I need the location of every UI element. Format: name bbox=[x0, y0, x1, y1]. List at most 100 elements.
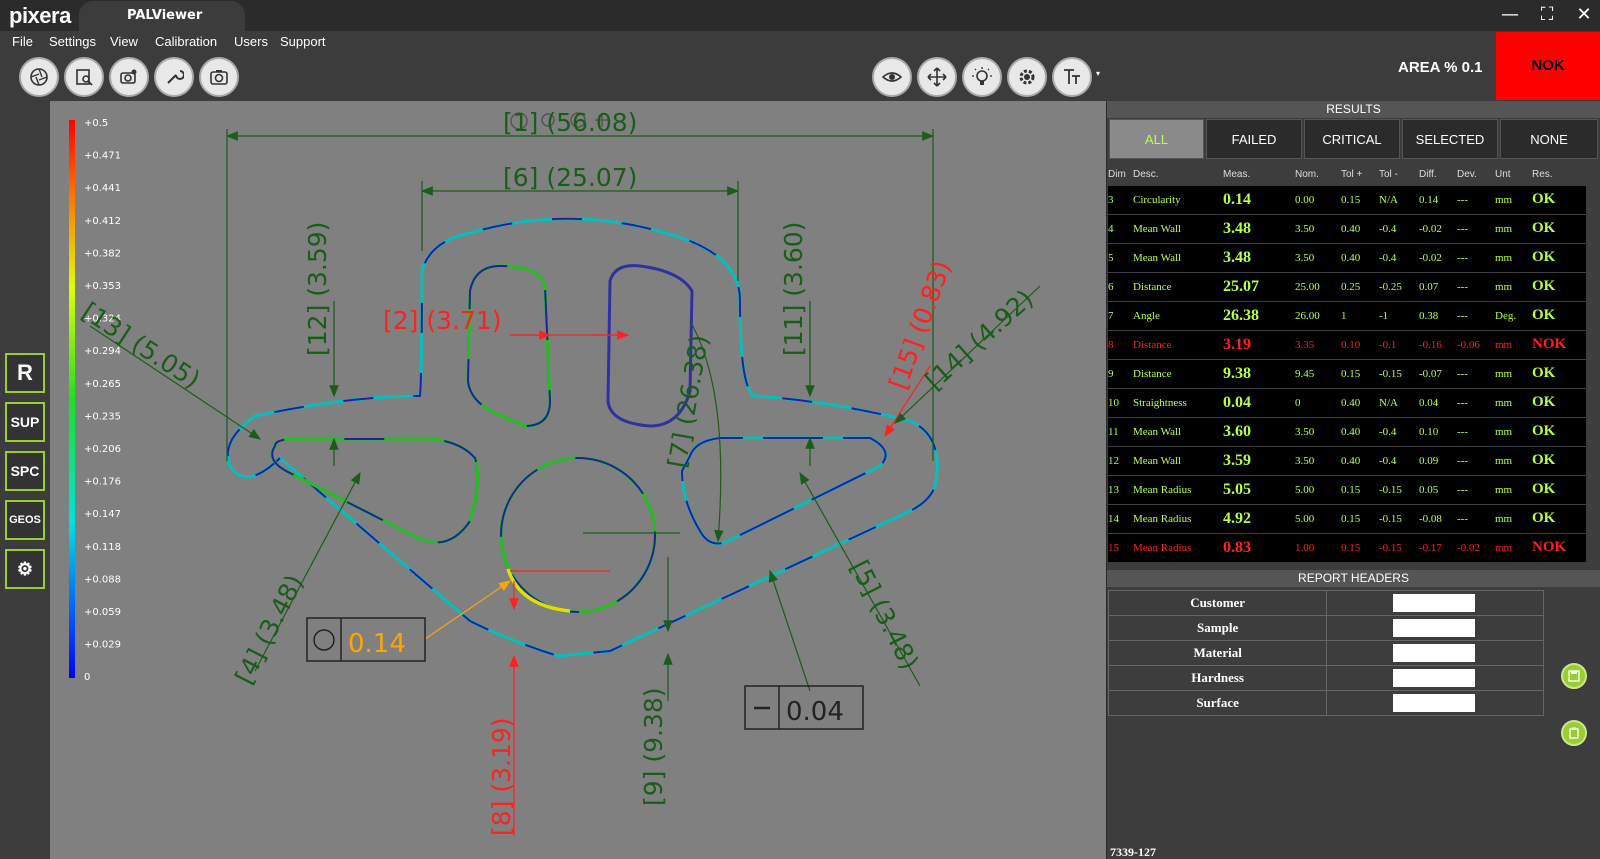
results-row[interactable]: 3 Circularity 0.14 0.00 0.15 N/A 0.14 --- mm OK bbox=[1108, 184, 1586, 214]
results-cell-diff: -0.07 bbox=[1419, 358, 1457, 388]
results-cell-diff: 0.38 bbox=[1419, 300, 1457, 330]
part-id: 7339-127 bbox=[1110, 845, 1156, 859]
results-column-header[interactable]: Res. bbox=[1532, 165, 1586, 185]
report-field-input[interactable] bbox=[1393, 694, 1476, 712]
results-cell-unit: mm bbox=[1495, 213, 1532, 243]
results-cell-nom: 3.50 bbox=[1295, 213, 1341, 243]
results-cell-nom: 3.50 bbox=[1295, 242, 1341, 272]
menu-calibration[interactable]: Calibration bbox=[155, 34, 217, 49]
results-row[interactable]: 7 Angle 26.38 26.00 1 -1 0.38 --- Deg. OK bbox=[1108, 300, 1586, 330]
color-scale-label: +0.176 bbox=[84, 477, 121, 488]
menu-file[interactable]: File bbox=[12, 34, 33, 49]
results-cell-unit: mm bbox=[1495, 271, 1532, 301]
results-cell-nom: 1.00 bbox=[1295, 532, 1341, 562]
filter-all-button[interactable]: ALL bbox=[1109, 119, 1204, 159]
report-field-input[interactable] bbox=[1393, 644, 1476, 662]
report-field-input[interactable] bbox=[1393, 669, 1476, 687]
minimize-button[interactable]: — bbox=[1498, 4, 1522, 26]
results-row[interactable]: 5 Mean Wall 3.48 3.50 0.40 -0.4 -0.02 --- mm OK bbox=[1108, 242, 1586, 272]
results-column-header[interactable]: Desc. bbox=[1133, 165, 1223, 185]
dim-4-label: [4] (3.48) bbox=[230, 570, 310, 689]
results-cell-diff: 0.10 bbox=[1419, 416, 1457, 446]
save-report-button[interactable] bbox=[1561, 663, 1587, 689]
straightness-frame: 0.04 bbox=[744, 685, 864, 730]
sidebar-tools-button[interactable]: ⚙ bbox=[5, 549, 45, 589]
report-field-cell bbox=[1326, 615, 1544, 641]
results-cell-meas: 3.48 bbox=[1223, 242, 1295, 272]
results-cell-desc: Straightness bbox=[1133, 387, 1223, 417]
results-row[interactable]: 14 Mean Radius 4.92 5.00 0.15 -0.15 -0.08 --- mm… bbox=[1108, 503, 1586, 533]
camera-settings-button[interactable] bbox=[109, 57, 149, 97]
filter-failed-button[interactable]: FAILED bbox=[1206, 119, 1302, 159]
dim-6-label: [6] (25.07) bbox=[503, 163, 637, 192]
menu-view[interactable]: View bbox=[110, 34, 138, 49]
wrench-button[interactable] bbox=[154, 57, 194, 97]
results-row[interactable]: 13 Mean Radius 5.05 5.00 0.15 -0.15 0.05 --- mm O… bbox=[1108, 474, 1586, 504]
results-column-header[interactable]: Unt bbox=[1495, 165, 1532, 185]
drawing-canvas[interactable]: +0.5 +0.471 +0.441 +0.412 +0.382 +0.353 +0.324… bbox=[50, 101, 1106, 859]
results-cell-dim: 3 bbox=[1108, 184, 1133, 214]
snapshot-button[interactable] bbox=[199, 57, 239, 97]
results-cell-res: NOK bbox=[1532, 329, 1586, 359]
close-button[interactable]: ✕ bbox=[1572, 4, 1596, 26]
results-column-header[interactable]: Dim bbox=[1108, 165, 1133, 185]
clipboard-icon bbox=[1569, 727, 1579, 739]
results-row[interactable]: 10 Straightness 0.04 0 0.40 N/A 0.04 --- mm OK bbox=[1108, 387, 1586, 417]
text-dropdown-icon[interactable]: ▾ bbox=[1096, 69, 1100, 78]
results-column-header[interactable]: Meas. bbox=[1223, 165, 1295, 185]
settings-button[interactable] bbox=[1007, 57, 1047, 97]
snapshot-icon bbox=[210, 70, 228, 85]
color-scale-label: +0.059 bbox=[84, 607, 121, 618]
results-cell-meas: 0.04 bbox=[1223, 387, 1295, 417]
results-row[interactable]: 4 Mean Wall 3.48 3.50 0.40 -0.4 -0.02 --- mm OK bbox=[1108, 213, 1586, 243]
menu-support[interactable]: Support bbox=[280, 34, 326, 49]
results-column-header[interactable]: Nom. bbox=[1295, 165, 1341, 185]
light-button[interactable] bbox=[962, 57, 1002, 97]
sidebar-geos-button[interactable]: GEOS bbox=[5, 500, 45, 540]
report-field-label: Customer bbox=[1107, 590, 1328, 616]
menu-settings[interactable]: Settings bbox=[49, 34, 96, 49]
copy-report-button[interactable] bbox=[1561, 720, 1587, 746]
results-row[interactable]: 9 Distance 9.38 9.45 0.15 -0.15 -0.07 --- mm OK bbox=[1108, 358, 1586, 388]
results-column-header[interactable]: Tol + bbox=[1341, 165, 1379, 185]
report-field-input[interactable] bbox=[1393, 619, 1476, 637]
results-cell-diff: -0.17 bbox=[1419, 532, 1457, 562]
maximize-button[interactable]: ⛶ bbox=[1535, 4, 1559, 26]
results-column-header[interactable]: Tol - bbox=[1379, 165, 1419, 185]
results-column-header[interactable]: Diff. bbox=[1419, 165, 1457, 185]
text-button[interactable] bbox=[1052, 57, 1092, 97]
verdict-badge: NOK bbox=[1496, 32, 1600, 100]
results-row[interactable]: 11 Mean Wall 3.60 3.50 0.40 -0.4 0.10 --- mm OK bbox=[1108, 416, 1586, 446]
results-cell-desc: Mean Wall bbox=[1133, 416, 1223, 446]
color-scale-label: +0.382 bbox=[84, 248, 121, 259]
filter-none-button[interactable]: NONE bbox=[1500, 119, 1598, 159]
inspect-button[interactable] bbox=[64, 57, 104, 97]
filter-selected-button[interactable]: SELECTED bbox=[1402, 119, 1498, 159]
results-cell-dim: 15 bbox=[1108, 532, 1133, 562]
aperture-button[interactable] bbox=[19, 57, 59, 97]
part-drawing[interactable]: +0.5+0.471+0.441+0.412+0.382+0.353+0.324… bbox=[50, 101, 1106, 859]
report-field-input[interactable] bbox=[1393, 594, 1476, 612]
results-row[interactable]: 15 Mean Radius 0.83 1.00 0.15 -0.15 -0.17 -0.02… bbox=[1108, 532, 1586, 562]
color-scale-label: +0.294 bbox=[84, 346, 121, 357]
results-cell-tolm: -0.15 bbox=[1379, 474, 1419, 504]
app-tab[interactable]: PALViewer bbox=[79, 1, 245, 31]
results-cell-tolm: -0.4 bbox=[1379, 416, 1419, 446]
filter-critical-button[interactable]: CRITICAL bbox=[1304, 119, 1400, 159]
sidebar-report-button[interactable]: R bbox=[5, 353, 45, 393]
results-cell-meas: 26.38 bbox=[1223, 300, 1295, 330]
results-row[interactable]: 6 Distance 25.07 25.00 0.25 -0.25 0.07 --- mm OK bbox=[1108, 271, 1586, 301]
results-row[interactable]: 8 Distance 3.19 3.35 0.10 -0.1 -0.16 -0.06 mm NOK bbox=[1108, 329, 1586, 359]
view-button[interactable] bbox=[872, 57, 912, 97]
move-button[interactable] bbox=[917, 57, 957, 97]
sidebar-spc-button[interactable]: SPC bbox=[5, 451, 45, 491]
results-column-header[interactable]: Dev. bbox=[1457, 165, 1495, 185]
results-cell-res: OK bbox=[1532, 416, 1586, 446]
results-cell-desc: Distance bbox=[1133, 358, 1223, 388]
menu-users[interactable]: Users bbox=[234, 34, 268, 49]
dim-8-label: [8] (3.19) bbox=[487, 717, 516, 836]
sidebar-sup-button[interactable]: SUP bbox=[5, 402, 45, 442]
results-row[interactable]: 12 Mean Wall 3.59 3.50 0.40 -0.4 0.09 --- mm OK bbox=[1108, 445, 1586, 475]
results-cell-desc: Mean Radius bbox=[1133, 503, 1223, 533]
results-cell-unit: mm bbox=[1495, 532, 1532, 562]
